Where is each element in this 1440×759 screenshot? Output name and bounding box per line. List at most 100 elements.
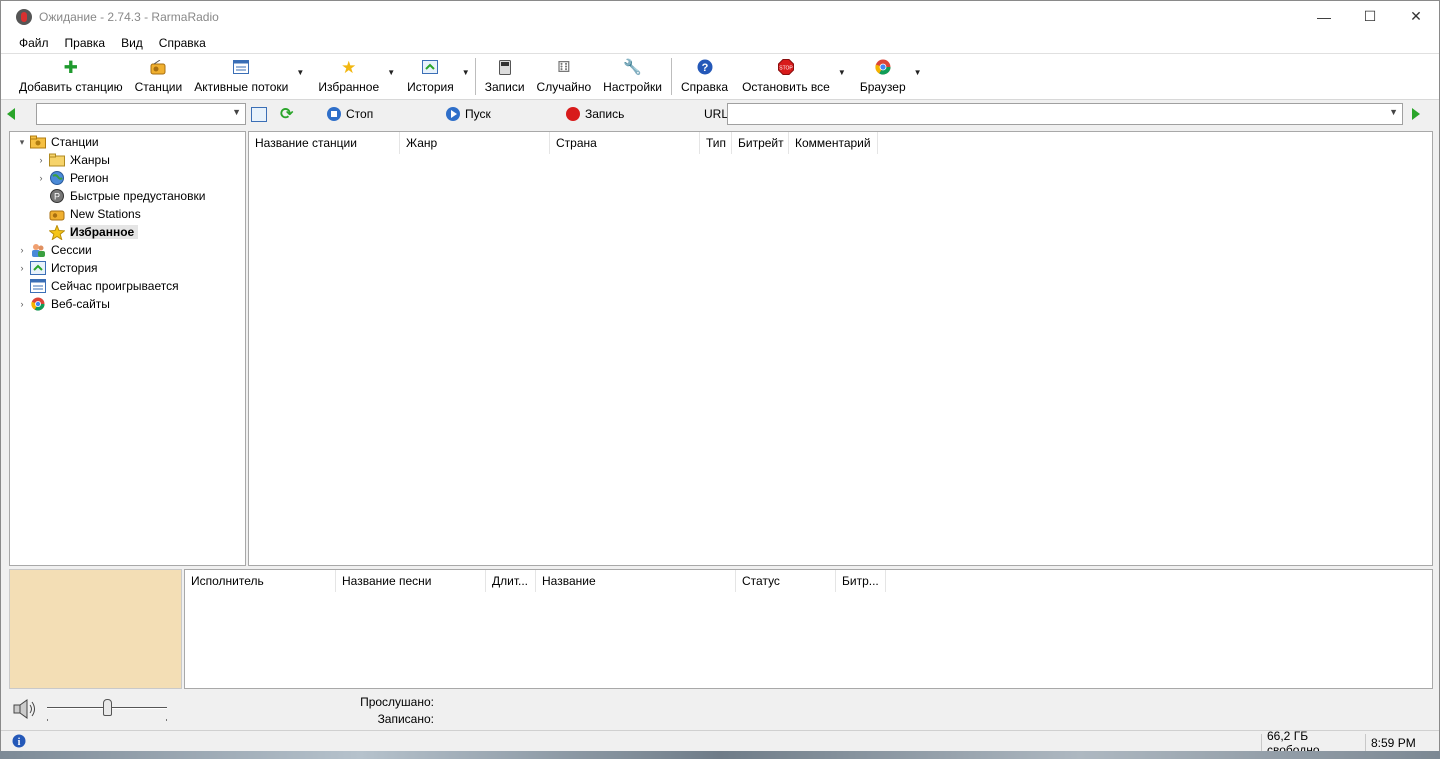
settings-label: Настройки — [603, 80, 662, 94]
toolbar-separator — [474, 58, 476, 95]
tree-item[interactable]: › Сессии — [16, 241, 92, 259]
plus-icon: ✚ — [63, 57, 78, 77]
tree-item[interactable]: New Stations — [35, 205, 141, 223]
stations-button[interactable]: Станции — [129, 54, 189, 99]
chrome-icon — [30, 297, 46, 311]
menu-help[interactable]: Справка — [151, 36, 214, 50]
expand-chevron-icon[interactable]: › — [35, 173, 47, 183]
record-label: Запись — [585, 107, 625, 121]
minimize-button[interactable]: — — [1301, 1, 1347, 32]
refresh-icon[interactable]: ⟳ — [280, 104, 293, 124]
expand-chevron-icon[interactable]: › — [16, 299, 28, 309]
title-bar: Ожидание - 2.74.3 - RarmaRadio — ☐ ✕ — [1, 1, 1439, 32]
expand-chevron-icon[interactable]: › — [16, 263, 28, 273]
browser-dropdown-icon[interactable]: ▼ — [912, 54, 924, 99]
preset-icon: P — [49, 189, 65, 203]
menu-view[interactable]: Вид — [113, 36, 151, 50]
stop-circle-icon — [327, 107, 341, 121]
volume-slider[interactable] — [47, 697, 167, 721]
play-circle-icon — [446, 107, 460, 121]
go-arrow-icon[interactable] — [1412, 108, 1420, 120]
favorites-button[interactable]: ★ Избранное — [312, 54, 385, 99]
star-icon — [49, 224, 65, 240]
column-status[interactable]: Статус — [736, 570, 836, 592]
column-name[interactable]: Название — [536, 570, 736, 592]
song-list: Исполнитель Название песни Длит... Назва… — [184, 569, 1433, 689]
tree-item-label: Станции — [51, 135, 99, 149]
active-streams-button[interactable]: Активные потоки — [188, 54, 294, 99]
add-station-button[interactable]: ✚ Добавить станцию — [13, 54, 129, 99]
active-streams-dropdown-icon[interactable]: ▼ — [294, 54, 306, 99]
tree-item-label: Сессии — [51, 243, 92, 257]
speaker-icon[interactable] — [13, 699, 37, 722]
stop-all-button[interactable]: STOP Остановить все — [736, 54, 836, 99]
expand-chevron-icon[interactable]: › — [16, 245, 28, 255]
column-type[interactable]: Тип — [700, 132, 732, 154]
stop-button[interactable]: Стоп — [327, 107, 373, 121]
column-song-title[interactable]: Название песни — [336, 570, 486, 592]
expand-chevron-icon[interactable]: › — [35, 155, 47, 165]
history-button[interactable]: История — [401, 54, 460, 99]
stations-label: Станции — [134, 80, 183, 94]
window-title: Ожидание - 2.74.3 - RarmaRadio — [39, 9, 219, 24]
maximize-button[interactable]: ☐ — [1347, 1, 1393, 32]
column-genre[interactable]: Жанр — [400, 132, 550, 154]
column-artist[interactable]: Исполнитель — [185, 570, 336, 592]
play-button[interactable]: Пуск — [446, 107, 491, 121]
window-controls: — ☐ ✕ — [1301, 1, 1439, 32]
stop-sign-icon: STOP — [777, 58, 795, 76]
menu-file[interactable]: Файл — [11, 36, 57, 50]
column-comment[interactable]: Комментарий — [789, 132, 878, 154]
tree-item[interactable]: › История — [16, 259, 98, 277]
recordings-button[interactable]: Записи — [479, 54, 531, 99]
recorded-label: Записано: — [377, 712, 434, 726]
column-station-name[interactable]: Название станции — [249, 132, 400, 154]
station-combo[interactable]: ▼ — [36, 103, 246, 125]
back-arrow-icon[interactable] — [7, 108, 15, 120]
tree-item[interactable]: › Регион — [35, 169, 109, 187]
random-button[interactable]: ⚅ Случайно — [531, 54, 598, 99]
radio-new-icon — [49, 207, 65, 221]
svg-text:?: ? — [701, 62, 708, 74]
main-toolbar: ✚ Добавить станцию Станции Активные пото… — [1, 54, 1439, 100]
play-label: Пуск — [465, 107, 491, 121]
column-duration[interactable]: Длит... — [486, 570, 536, 592]
tree-item[interactable]: › Веб-сайты — [16, 295, 110, 313]
volume-thumb[interactable] — [103, 699, 112, 716]
url-label: URL — [704, 107, 729, 121]
station-list-icon[interactable] — [251, 107, 267, 122]
list-window-icon — [30, 279, 46, 293]
tree-item[interactable]: Сейчас проигрывается — [16, 277, 179, 295]
column-song-bitrate[interactable]: Битр... — [836, 570, 886, 592]
tree-item[interactable]: P Быстрые предустановки — [35, 187, 205, 205]
tree-item[interactable]: Избранное — [35, 223, 139, 241]
help-button[interactable]: ? Справка — [675, 54, 734, 99]
browser-button[interactable]: Браузер — [854, 54, 912, 99]
favorites-dropdown-icon[interactable]: ▼ — [385, 54, 397, 99]
stop-all-label: Остановить все — [742, 80, 830, 94]
volume-bar: Прослушано: Записано: — [9, 691, 1433, 729]
settings-button[interactable]: 🔧 Настройки — [597, 54, 668, 99]
history-dropdown-icon[interactable]: ▼ — [460, 54, 472, 99]
desktop-background-strip — [0, 751, 1440, 759]
tree-item-label: New Stations — [70, 207, 141, 221]
star-icon: ★ — [341, 57, 357, 77]
column-bitrate[interactable]: Битрейт — [732, 132, 789, 154]
menu-edit[interactable]: Правка — [57, 36, 114, 50]
list-window-icon — [232, 58, 250, 76]
tree-item-label: Сейчас проигрывается — [51, 279, 179, 293]
svg-text:i: i — [18, 737, 21, 748]
wrench-icon: 🔧 — [623, 58, 642, 76]
close-button[interactable]: ✕ — [1393, 1, 1439, 32]
tree-item[interactable]: ▾ Станции — [16, 133, 99, 151]
folder-radio-icon — [30, 135, 46, 149]
record-button[interactable]: Запись — [566, 107, 624, 121]
tree-item[interactable]: › Жанры — [35, 151, 110, 169]
users-icon — [30, 243, 46, 257]
tree-item-label: Быстрые предустановки — [70, 189, 206, 203]
collapse-chevron-icon[interactable]: ▾ — [16, 137, 28, 148]
url-combo[interactable]: ▼ — [727, 103, 1403, 125]
clock-status: 8:59 PM — [1365, 734, 1421, 752]
column-country[interactable]: Страна — [550, 132, 700, 154]
stop-all-dropdown-icon[interactable]: ▼ — [836, 54, 848, 99]
